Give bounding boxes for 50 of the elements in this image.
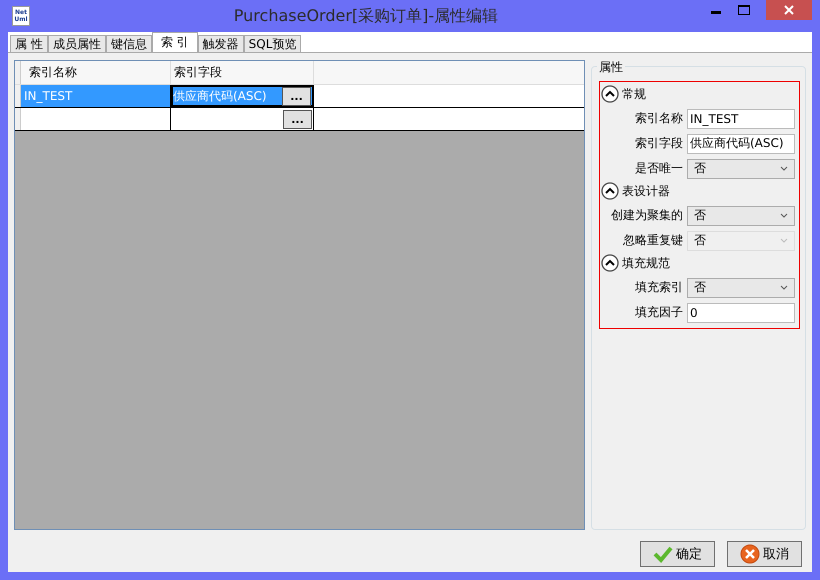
chevron-up-icon <box>601 182 619 200</box>
chevron-down-icon <box>780 213 788 218</box>
table-cell[interactable]: ... <box>171 108 314 130</box>
input-field[interactable]: 供应商代码(ASC) <box>687 134 795 154</box>
dropdown[interactable]: 否 <box>687 206 795 226</box>
input-field[interactable]: 0 <box>687 302 795 322</box>
close-icon <box>784 5 794 15</box>
tab[interactable]: 触发器 <box>198 35 244 52</box>
tab[interactable]: 键信息 <box>106 35 152 52</box>
chevron-up-icon <box>601 254 619 272</box>
input-field[interactable]: IN_TEST <box>687 108 795 128</box>
dropdown[interactable]: 否 <box>687 158 795 178</box>
property-label: 填充因子 <box>634 304 684 321</box>
ok-button[interactable]: 确定 <box>640 541 715 567</box>
maximize-icon <box>738 5 750 15</box>
tab[interactable]: 索 引 <box>152 32 198 52</box>
property-label: 创建为聚集的 <box>610 207 684 224</box>
chevron-down-icon <box>780 285 788 290</box>
window-title: PurchaseOrder[采购订单]-属性编辑 <box>232 6 500 26</box>
table-cell[interactable]: 供应商代码(ASC) ... <box>171 85 314 107</box>
close-button[interactable] <box>766 0 812 20</box>
property-label: 忽略重复键 <box>622 232 684 249</box>
browse-button[interactable]: ... <box>283 110 312 128</box>
category-label: 表设计器 <box>622 182 670 200</box>
check-icon <box>653 545 673 563</box>
chevron-down-icon <box>780 238 788 243</box>
property-label: 索引名称 <box>634 110 684 127</box>
cancel-button[interactable]: 取消 <box>727 541 802 567</box>
collapse-toggle[interactable] <box>601 254 619 272</box>
property-label: 是否唯一 <box>634 160 684 177</box>
table-row[interactable]: IN_TEST 供应商代码(ASC) ... <box>15 85 584 108</box>
column-header: 索引字段 <box>171 61 314 84</box>
tab[interactable]: 属 性 <box>10 35 48 52</box>
table-row[interactable]: ... <box>15 108 584 131</box>
dropdown[interactable]: 否 <box>687 278 795 298</box>
browse-button[interactable]: ... <box>282 86 311 106</box>
tab[interactable]: 成员属性 <box>48 35 106 52</box>
cancel-icon <box>740 544 760 564</box>
chevron-down-icon <box>780 166 788 171</box>
group-title: 属性 <box>597 59 625 76</box>
collapse-toggle[interactable] <box>601 85 619 103</box>
property-label: 索引字段 <box>634 135 684 152</box>
column-header: 索引名称 <box>21 61 171 84</box>
category-label: 常规 <box>622 86 646 102</box>
tab[interactable]: SQL预览 <box>244 35 302 52</box>
category-label: 填充规范 <box>622 254 670 272</box>
cell-text: 供应商代码(ASC) <box>173 88 267 104</box>
collapse-toggle[interactable] <box>601 182 619 200</box>
property-label: 填充索引 <box>634 279 684 296</box>
chevron-up-icon <box>601 85 619 103</box>
